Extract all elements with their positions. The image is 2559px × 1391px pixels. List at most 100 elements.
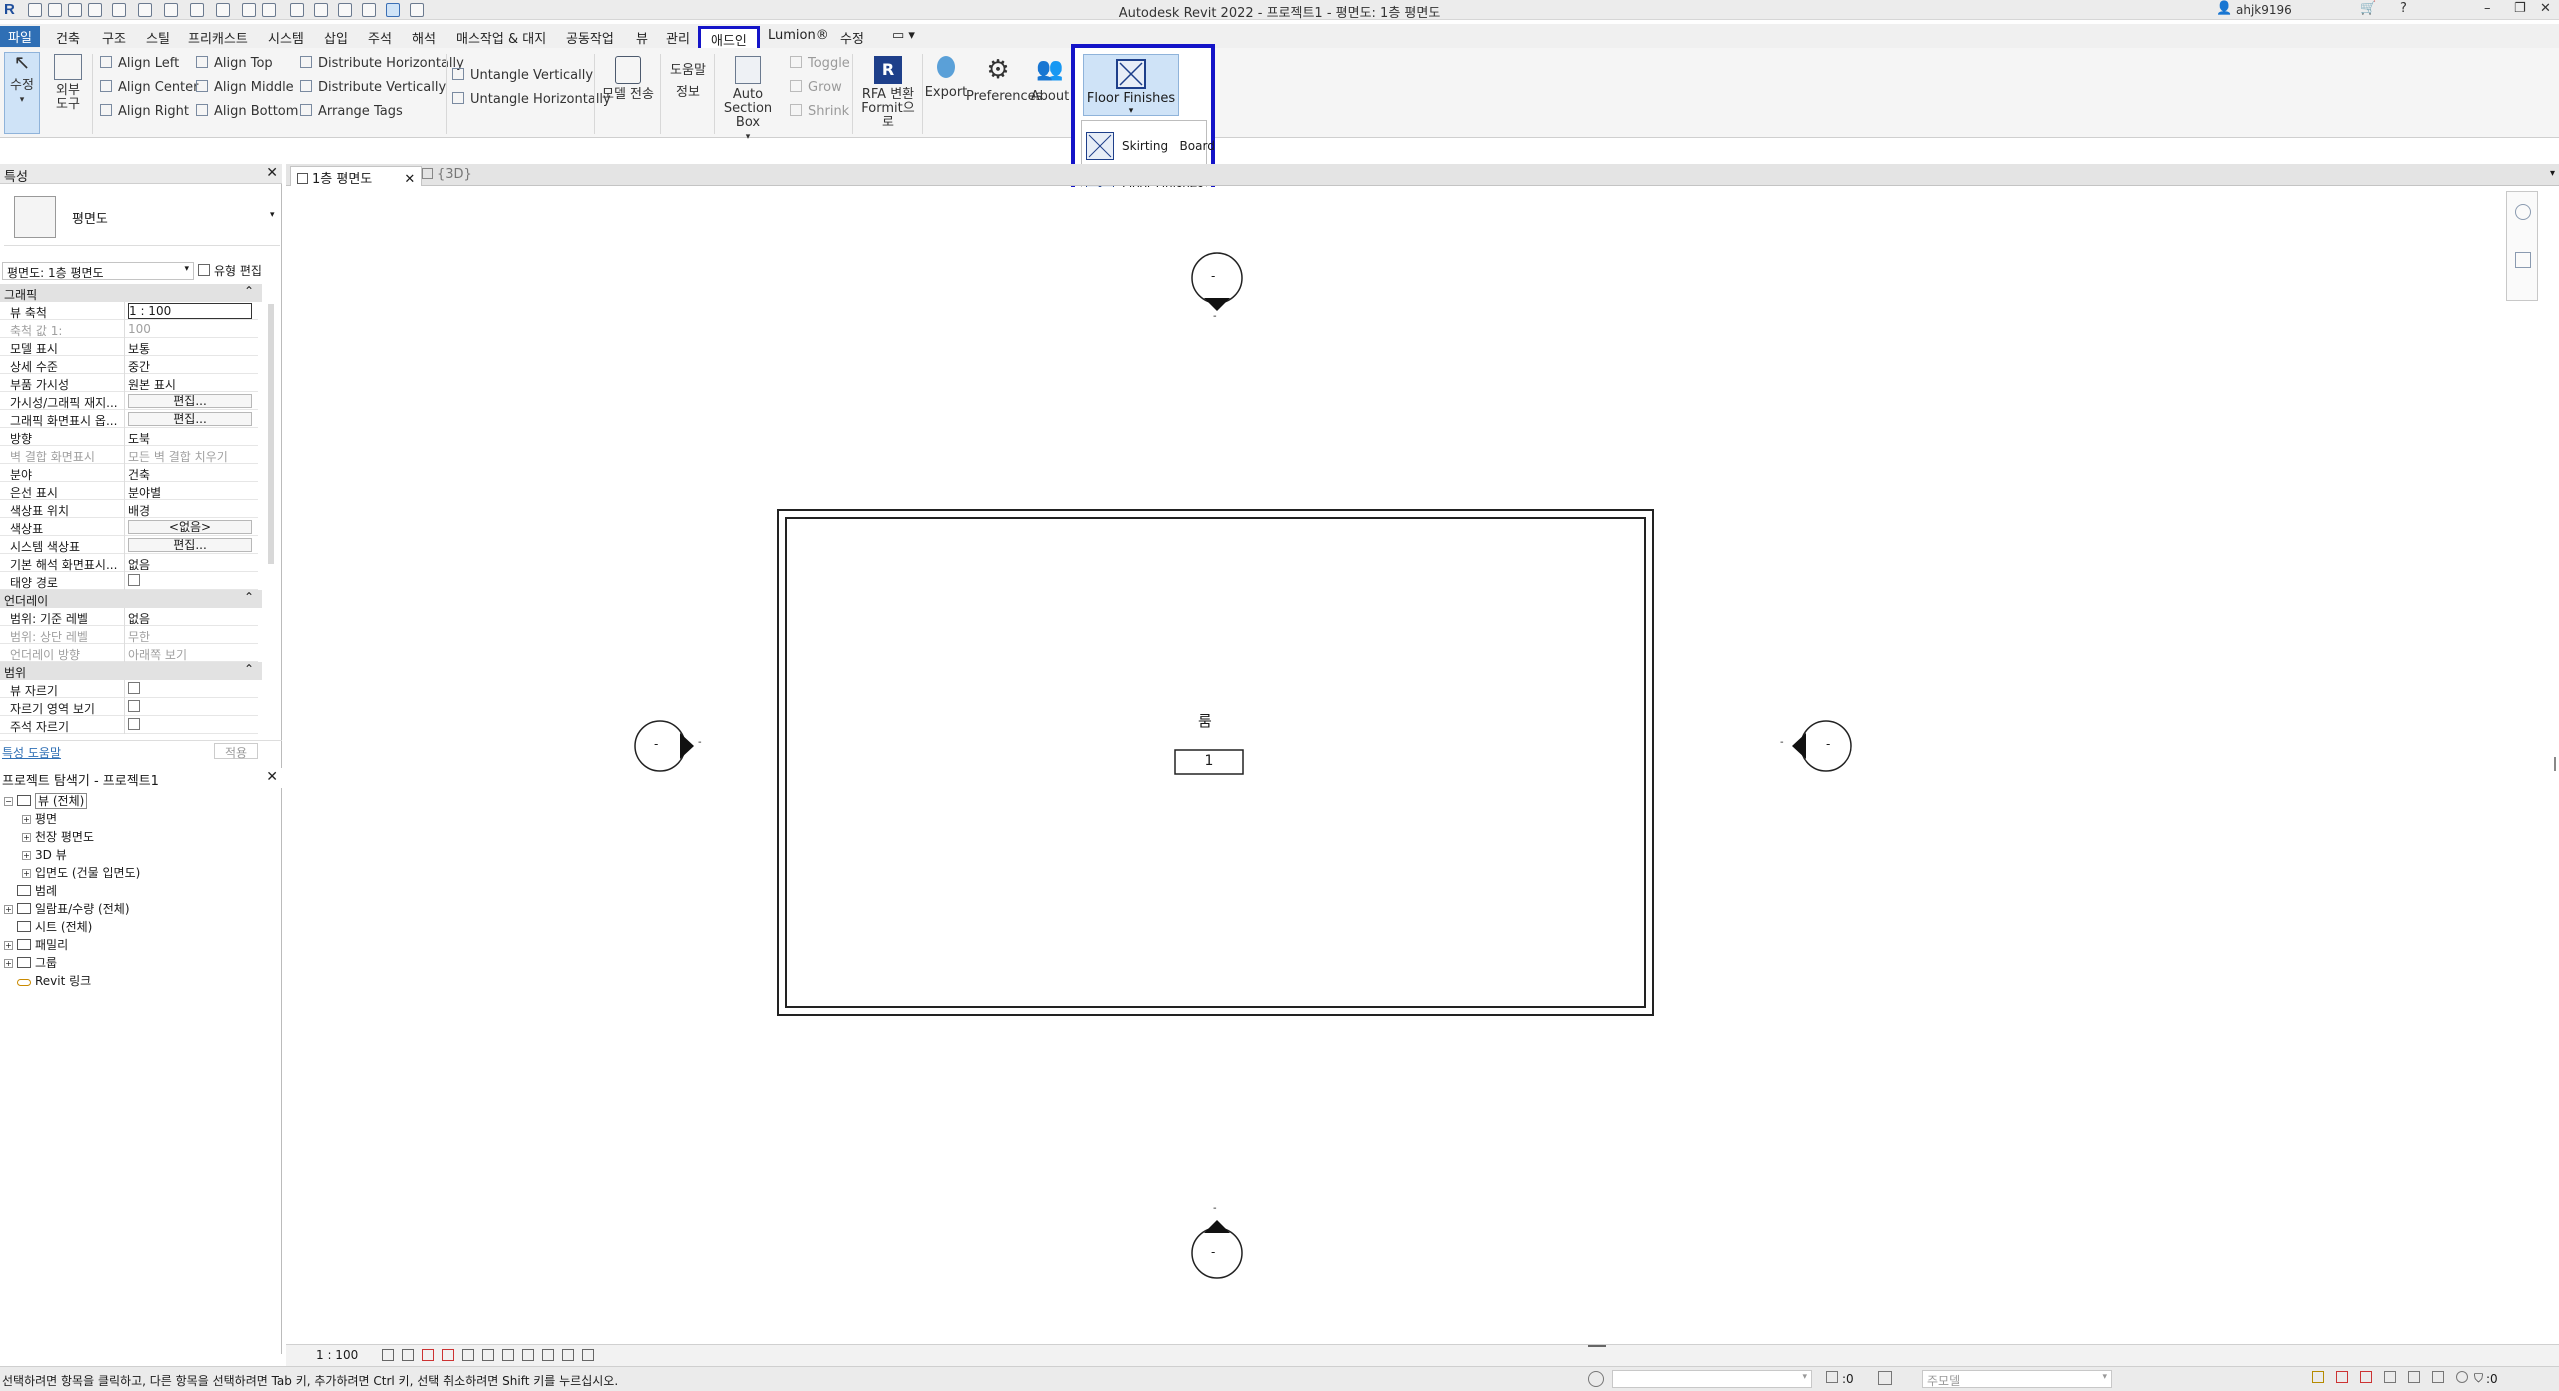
tab-collaborate[interactable]: 공동작업 [566,28,614,47]
property-value[interactable]: 편집... [128,538,252,552]
align-middle-button[interactable]: Align Middle [196,80,294,95]
tab-architecture[interactable]: 건축 [56,28,80,47]
browser-item[interactable]: +범례 [4,882,57,899]
tab-precast[interactable]: 프리캐스트 [188,28,248,47]
select-links-icon[interactable] [2312,1371,2324,1383]
property-value[interactable]: 도북 [128,430,252,447]
select-pinned-icon[interactable] [2360,1371,2372,1383]
panel-toggle-icon[interactable]: ▭ ▾ [892,28,915,43]
detail-level-icon[interactable] [382,1349,394,1361]
shrink-button[interactable]: Shrink [790,104,849,119]
section-extents[interactable]: 범위 ⌃ [0,662,262,680]
expand-icon[interactable]: + [4,959,13,968]
analytical-model-icon[interactable] [542,1349,554,1361]
tab-annotate[interactable]: 주석 [368,28,392,47]
property-value[interactable]: 100 [128,322,252,336]
steering-wheel-icon[interactable] [2515,204,2531,220]
about-button[interactable]: 👥 About [1030,56,1070,104]
property-row[interactable]: 뷰 자르기 [0,680,258,698]
tab-insert[interactable]: 삽입 [324,28,348,47]
tab-analyze[interactable]: 해석 [412,28,436,47]
close-tab-icon[interactable]: ✕ [404,172,415,187]
property-row[interactable]: 상세 수준 중간 [0,356,258,374]
distribute-vertically-button[interactable]: Distribute Vertically [300,80,446,95]
tab-3d-view[interactable]: {3D} [416,166,478,186]
zoom-icon[interactable] [2515,252,2531,268]
properties-help-link[interactable]: 특성 도움말 [2,744,61,761]
elevation-marker-south[interactable] [1191,1220,1243,1279]
select-by-face-icon[interactable] [2384,1371,2396,1383]
workset-selector[interactable]: ▾ [1612,1370,1812,1388]
type-selector[interactable]: 평면도 ▾ [4,190,280,246]
untangle-horizontally-button[interactable]: Untangle Horizontally [452,92,611,107]
design-options-icon[interactable] [1878,1371,1892,1385]
property-value[interactable]: 모든 벽 결합 치우기 [128,448,252,465]
expand-icon[interactable]: + [22,833,31,842]
room-name[interactable]: 룸 [1198,710,1212,731]
external-tools-button[interactable]: 외부 도구 [48,54,88,112]
checkbox[interactable] [128,574,140,586]
help-info-button[interactable]: 도움말 정보 [664,64,712,100]
apply-button[interactable]: 적용 [214,743,258,760]
property-value[interactable] [128,718,252,733]
sun-path-icon[interactable] [422,1349,434,1361]
close-icon[interactable]: ✕ [266,769,278,785]
property-value[interactable]: 중간 [128,358,252,375]
property-row[interactable]: 가시성/그래픽 재지... 편집... [0,392,258,410]
property-row[interactable]: 범위: 상단 레벨 무한 [0,626,258,644]
crop-view-icon[interactable] [462,1349,474,1361]
tab-lumion[interactable]: Lumion® [768,28,829,43]
modify-button[interactable]: ↖ 수정 ▾ [4,52,40,134]
property-value[interactable]: 건축 [128,466,252,483]
help-button[interactable]: ? [2400,1,2407,16]
tab-systems[interactable]: 시스템 [268,28,304,47]
section-graphics[interactable]: 그래픽 ⌃ [0,284,262,302]
browser-item[interactable]: + 패밀리 [4,936,68,953]
arrange-tags-button[interactable]: Arrange Tags [300,104,403,119]
property-row[interactable]: 색상표 위치 배경 [0,500,258,518]
property-value[interactable] [128,682,252,697]
temporary-hide-icon[interactable] [502,1349,514,1361]
elevation-marker-east[interactable] [1792,720,1852,772]
expand-icon[interactable]: + [4,905,13,914]
property-row[interactable]: 언더레이 방향 아래쪽 보기 [0,644,258,662]
elevation-marker-west[interactable] [634,720,694,772]
property-row[interactable]: 분야 건축 [0,464,258,482]
edit-type-button[interactable]: 유형 편집 [198,262,262,279]
model-transfer-button[interactable]: 모델 전송 [600,56,656,102]
property-row[interactable]: 주석 자르기 [0,716,258,734]
property-row[interactable]: 범위: 기준 레벨 없음 [0,608,258,626]
property-value[interactable] [128,700,252,715]
auto-section-box-button[interactable]: Auto Section Box ▾ [716,56,780,144]
highlight-displacement-icon[interactable] [562,1349,574,1361]
collapse-icon[interactable]: − [4,797,13,806]
restore-button[interactable]: ❐ [2514,1,2526,16]
expand-icon[interactable]: + [22,815,31,824]
property-value[interactable]: 배경 [128,502,252,519]
property-value[interactable]: 보통 [128,340,252,357]
property-row[interactable]: 자르기 영역 보기 [0,698,258,716]
tab-file[interactable]: 파일 [0,26,40,47]
property-value[interactable]: 분야별 [128,484,252,501]
drag-on-selection-icon[interactable] [2408,1371,2420,1383]
checkbox[interactable] [128,682,140,694]
expand-icon[interactable]: + [4,941,13,950]
distribute-horizontally-button[interactable]: Distribute Horizontally [300,56,464,71]
property-value[interactable]: 원본 표시 [128,376,252,393]
user-icon[interactable]: 👤 [2216,1,2232,16]
browser-item[interactable]: + 일람표/수량 (전체) [4,900,130,917]
align-bottom-button[interactable]: Align Bottom [196,104,298,119]
tab-view[interactable]: 뷰 [636,28,648,47]
property-row[interactable]: 방향 도북 [0,428,258,446]
select-underlay-icon[interactable] [2336,1371,2348,1383]
property-value[interactable]: 없음 [128,610,252,627]
property-value[interactable]: 무한 [128,628,252,645]
grow-button[interactable]: Grow [790,80,842,95]
property-row[interactable]: 벽 결합 화면표시 모든 벽 결합 치우기 [0,446,258,464]
align-right-button[interactable]: Align Right [100,104,189,119]
property-row[interactable]: 축척 값 1: 100 [0,320,258,338]
untangle-vertically-button[interactable]: Untangle Vertically [452,68,593,83]
show-crop-region-icon[interactable] [482,1349,494,1361]
background-processes-icon[interactable] [2432,1371,2444,1383]
scroll-indicator[interactable] [1588,1345,1606,1347]
